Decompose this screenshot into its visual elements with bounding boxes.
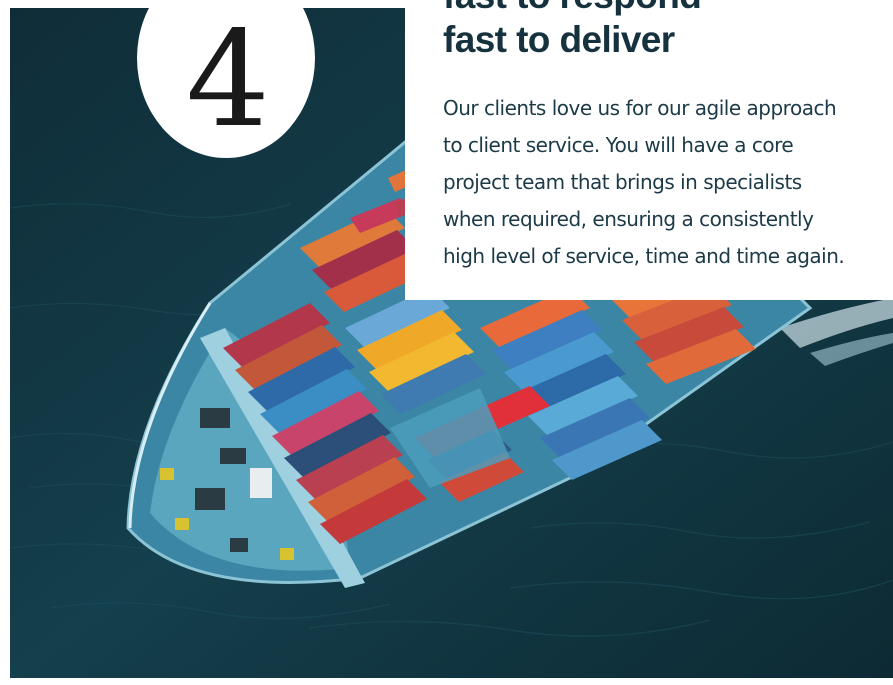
body-line: project team that brings in specialists: [443, 170, 802, 194]
body-line: Our clients love us for our agile approa…: [443, 96, 837, 120]
body-line: when required, ensuring a consistently: [443, 207, 814, 231]
section-heading: fast to respond fast to deliver: [443, 0, 893, 62]
heading-line-2: fast to deliver: [443, 19, 675, 60]
heading-line-1: fast to respond: [443, 0, 893, 18]
body-paragraph: Our clients love us for our agile approa…: [443, 90, 893, 275]
body-line: high level of service, time and time aga…: [443, 244, 845, 268]
feature-section: 4 fast to respond fast to deliver Our cl…: [0, 0, 893, 685]
step-number: 4: [186, 3, 270, 157]
text-panel: fast to respond fast to deliver Our clie…: [405, 0, 893, 300]
body-line: to client service. You will have a core: [443, 133, 794, 157]
